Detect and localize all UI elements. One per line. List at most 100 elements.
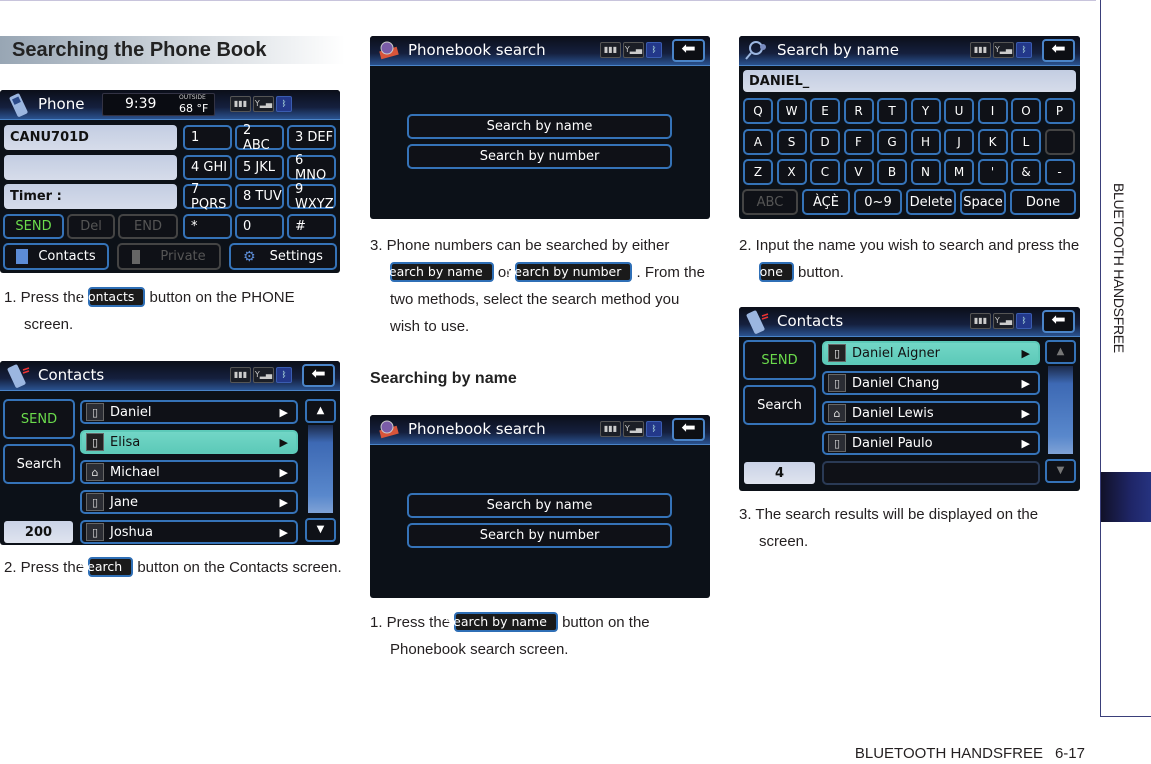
back-button[interactable]: ⬅ xyxy=(672,418,705,441)
keyboard-key[interactable]: O xyxy=(1011,98,1041,124)
back-button[interactable]: ⬅ xyxy=(672,39,705,62)
keypad-key[interactable]: 4 GHI xyxy=(183,155,232,180)
keyboard-key[interactable]: ' xyxy=(977,159,1008,185)
scroll-up-button[interactable]: ▲ xyxy=(305,399,336,423)
battery-icon: ▮▮▮ xyxy=(600,421,621,437)
contact-row[interactable]: ⌂ Daniel Lewis ▶ xyxy=(822,401,1040,425)
del-button[interactable]: Del xyxy=(67,214,115,239)
keyboard-key[interactable]: Q xyxy=(743,98,773,124)
search-by-number-button[interactable]: Search by number xyxy=(407,523,672,548)
scrollbar-track[interactable] xyxy=(308,425,333,513)
contact-name: Daniel Aigner xyxy=(852,345,940,361)
keyboard-key[interactable]: W xyxy=(776,98,807,124)
keyboard-key[interactable]: R xyxy=(843,98,874,124)
back-button[interactable]: ⬅ xyxy=(302,364,335,387)
search-by-name-button[interactable]: Search by name xyxy=(407,493,672,518)
space-button[interactable]: Space xyxy=(960,189,1006,215)
keyboard-key[interactable]: G xyxy=(877,128,907,155)
keyboard-key-label: B xyxy=(887,165,897,179)
keypad-key[interactable]: 6 MNO xyxy=(287,153,336,183)
keypad-key[interactable]: 5 JKL xyxy=(235,155,284,180)
keyboard-key[interactable]: - xyxy=(1044,159,1075,185)
delete-button[interactable]: Delete xyxy=(906,189,956,215)
keyboard-key[interactable]: S xyxy=(776,128,807,155)
private-button[interactable]: Private xyxy=(117,243,221,270)
keyboard-key[interactable]: A xyxy=(743,128,773,155)
keyboard-key[interactable]: N xyxy=(910,159,941,185)
keyboard-key[interactable]: Z xyxy=(743,159,773,185)
keyboard-key[interactable]: F xyxy=(843,128,874,155)
keypad-key[interactable]: 1 xyxy=(183,125,232,150)
send-button[interactable]: SEND xyxy=(3,399,75,439)
keyboard-key[interactable]: X xyxy=(776,159,807,185)
keyboard-key[interactable]: L xyxy=(1011,128,1041,155)
signal-icon: Y▂▄ xyxy=(623,421,644,437)
keyboard-key[interactable]: E xyxy=(810,98,840,124)
keyboard-key[interactable]: U xyxy=(944,98,974,124)
keyboard-key[interactable]: B xyxy=(877,159,907,185)
keyboard-key[interactable]: V xyxy=(843,159,874,185)
timer-field: Timer : xyxy=(4,184,177,209)
contact-row[interactable] xyxy=(822,461,1040,485)
contact-row[interactable]: ▯ Daniel Chang ▶ xyxy=(822,371,1040,395)
contact-row[interactable]: ▯ Daniel Paulo ▶ xyxy=(822,431,1040,455)
contact-row[interactable]: ▯ Daniel Aigner ▶ xyxy=(822,341,1040,365)
back-button[interactable]: ⬅ xyxy=(1042,39,1075,62)
abc-button[interactable]: ABC xyxy=(742,189,798,215)
keypad-key[interactable]: 3 DEF xyxy=(287,125,336,150)
search-button[interactable]: Search xyxy=(743,385,816,425)
keypad-key[interactable]: # xyxy=(287,214,336,239)
send-button[interactable]: SEND xyxy=(3,214,64,239)
contacts-screen: Contacts ▮▮▮ Y▂▄ ᛒ ⬅ SEND Search 200 ▯ Dani… xyxy=(0,361,340,545)
accents-button[interactable]: ÀÇÈ xyxy=(802,189,850,215)
keypad-key[interactable]: 0 xyxy=(235,214,284,239)
contact-row[interactable]: ▯ Elisa ▶ xyxy=(80,430,298,454)
keyboard-key[interactable]: K xyxy=(977,128,1008,155)
keypad-key[interactable]: 8 TUV xyxy=(235,184,284,209)
home-phone-icon: ⌂ xyxy=(86,463,104,481)
step-1-by-name: 1. Press the Search by name button on th… xyxy=(370,609,712,663)
back-button[interactable]: ⬅ xyxy=(1042,310,1075,333)
scroll-down-button[interactable]: ▼ xyxy=(1045,459,1076,483)
contacts-header: Contacts ▮▮▮ Y▂▄ ᛒ ⬅ xyxy=(0,361,340,391)
keyboard-key-label: & xyxy=(1021,165,1031,179)
contacts-button[interactable]: Contacts xyxy=(3,243,109,270)
keypad-key[interactable]: 9 WXYZ xyxy=(287,182,336,212)
keyboard-key[interactable]: I xyxy=(977,98,1008,124)
end-button[interactable]: END xyxy=(118,214,178,239)
keyboard-key-label: Y xyxy=(921,104,930,118)
scroll-down-button[interactable]: ▼ xyxy=(305,518,336,542)
keyboard-key[interactable]: J xyxy=(944,128,974,155)
keyboard-key[interactable]: P xyxy=(1044,98,1075,124)
done-button[interactable]: Done xyxy=(1010,189,1076,215)
contact-row[interactable]: ▯ Jane ▶ xyxy=(80,490,298,514)
search-by-name-button[interactable]: Search by name xyxy=(407,114,672,139)
keypad-key[interactable]: 2 ABC xyxy=(235,123,284,153)
phonebook-title: Phonebook search xyxy=(408,41,546,59)
scrollbar-track[interactable] xyxy=(1048,366,1073,454)
keyboard-key[interactable]: T xyxy=(877,98,907,124)
number-field[interactable]: CANU701D xyxy=(4,125,177,150)
name-input[interactable]: DANIEL_ xyxy=(743,70,1076,92)
send-button[interactable]: SEND xyxy=(743,340,816,380)
search-button[interactable]: Search xyxy=(3,444,75,484)
contact-row[interactable]: ⌂ Michael ▶ xyxy=(80,460,298,484)
keyboard-key[interactable]: M xyxy=(944,159,974,185)
contact-row[interactable]: ▯ Daniel ▶ xyxy=(80,400,298,424)
settings-button[interactable]: ⚙ Settings xyxy=(229,243,337,270)
phonebook-search-screen-2: Phonebook search ▮▮▮ Y▂▄ ᛒ ⬅ Search by nam… xyxy=(370,415,710,598)
keyboard-key[interactable]: H xyxy=(910,128,941,155)
search-by-number-button[interactable]: Search by number xyxy=(407,144,672,169)
keyboard-key[interactable] xyxy=(1044,128,1075,155)
keyboard-key[interactable]: Y xyxy=(910,98,941,124)
dial-field[interactable] xyxy=(4,155,177,180)
digits-button[interactable]: 0~9 xyxy=(854,189,902,215)
keyboard-key[interactable]: C xyxy=(810,159,840,185)
contact-row[interactable]: ▯ Joshua ▶ xyxy=(80,520,298,544)
scroll-up-button[interactable]: ▲ xyxy=(1045,340,1076,364)
keyboard-key[interactable]: & xyxy=(1011,159,1041,185)
outside-temperature: 68 °F xyxy=(179,102,209,115)
keypad-key[interactable]: 7 PQRS xyxy=(183,182,232,212)
keypad-key[interactable]: * xyxy=(183,214,232,239)
keyboard-key[interactable]: D xyxy=(810,128,840,155)
